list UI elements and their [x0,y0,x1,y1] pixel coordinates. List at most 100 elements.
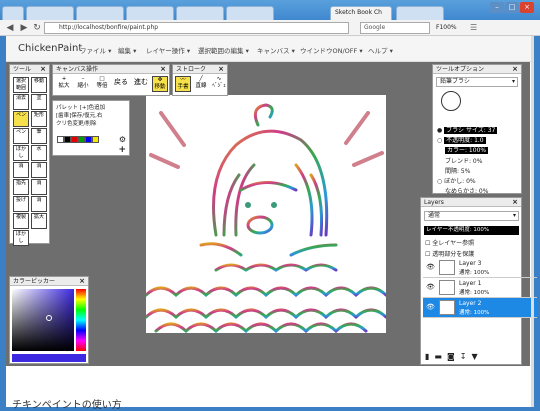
close-icon[interactable]: × [218,65,224,74]
lock-alpha-checkbox[interactable]: ☐ 透明部分を保護 [425,249,474,258]
tool-button[interactable]: 筆 [31,128,47,144]
opacity-option[interactable]: ○ 不透明度: 1.0 [437,135,486,144]
maximize-icon[interactable]: □ [505,2,519,13]
tool-button[interactable]: 塗 [31,94,47,110]
drawing-canvas[interactable] [144,95,388,334]
tool-button[interactable]: 水 [31,145,47,161]
tool-button[interactable]: 投げ [13,196,29,212]
brush-select[interactable]: 鉛筆ブラシ ▾ [436,77,518,87]
new-layer-icon[interactable]: ▮ [425,352,434,361]
stroke-panel-header[interactable]: ストローク × [173,65,227,74]
browser-tab[interactable] [226,6,274,20]
zoom-in-button[interactable]: + 拡大 [56,76,72,92]
palette-swatch[interactable] [85,136,92,143]
eye-icon[interactable]: 👁 [426,263,435,271]
hue-slider[interactable] [76,289,86,351]
browser-tab[interactable] [76,6,124,20]
tool-button[interactable]: ぼかし [13,145,29,161]
tool-button[interactable]: 指先 [13,179,29,195]
layer-opacity-slider[interactable]: レイヤー不透明度: 100% [424,226,519,235]
palette-swatch[interactable] [78,136,85,143]
tool-button[interactable]: 消去 [13,94,29,110]
layer-row[interactable]: 👁 Layer 1 通常: 100% [423,278,537,298]
line-stroke-button[interactable]: ╱ 直線 [193,76,209,92]
color-picker-header[interactable]: カラーピッカー × [10,277,88,286]
menu-selection[interactable]: 選択範囲の編集 ▾ [198,45,249,55]
minimize-icon[interactable]: – [490,2,504,13]
tool-button[interactable]: 矩形 [31,111,47,127]
tool-button[interactable]: 複製 [13,213,29,229]
clip-checkbox[interactable]: ☐ 全レイヤー参照 [425,238,474,247]
close-window-icon[interactable]: × [520,2,534,13]
back-arrow-icon[interactable]: ◀ [4,22,16,34]
move-canvas-button[interactable]: ✥ 移動 [152,76,168,92]
redo-button[interactable]: 進む [133,79,149,95]
tool-options-header[interactable]: ツールオプション × [433,65,521,74]
eye-icon[interactable]: 👁 [426,283,435,291]
layer-row-selected[interactable]: 👁 Layer 2 通常: 100% [423,298,537,318]
palette-swatch[interactable] [57,136,64,143]
menu-file[interactable]: ファイル ▾ [80,45,111,55]
close-icon[interactable]: × [512,198,518,207]
zoom-out-button[interactable]: – 縮小 [75,76,91,92]
browser-tab[interactable] [396,6,444,20]
tool-button[interactable]: 消 [31,162,47,178]
zoom-reset-button[interactable]: □ 等倍 [94,76,110,92]
brush-size-option[interactable]: ● ブラシ サイズ: 37 [437,125,498,134]
gear-icon[interactable]: ⚙ [119,135,126,144]
close-icon[interactable]: × [160,65,166,74]
smoothing-option[interactable]: なめらかさ: 0% [445,186,488,195]
tool-button[interactable]: 消 [31,179,47,195]
browser-tab[interactable] [2,6,24,20]
menu-layer[interactable]: レイヤー操作 ▾ [146,45,190,55]
close-icon[interactable]: × [512,65,518,74]
freehand-stroke-button[interactable]: 〰手書 [175,76,191,92]
tool-button[interactable]: 移動 [31,77,47,93]
palette-swatch[interactable] [71,136,78,143]
menu-help[interactable]: ヘルプ ▾ [368,45,393,55]
reload-icon[interactable]: ↻ [31,22,43,34]
tool-button[interactable]: 消 [31,196,47,212]
menu-canvas[interactable]: キャンバス ▾ [257,45,295,55]
tool-button[interactable]: 拡大 [31,213,47,229]
new-folder-icon[interactable]: ▬ [434,352,447,361]
layers-header[interactable]: Layers × [421,198,521,207]
page-scrollbar[interactable] [531,36,534,407]
palette-swatch[interactable] [92,136,99,143]
add-color-icon[interactable]: + [118,145,126,155]
trash-icon[interactable]: ▼ [471,352,482,361]
tool-button[interactable]: ぼかし [13,230,29,246]
merge-down-icon[interactable]: ↧ [460,352,472,361]
palette-swatch[interactable] [64,136,71,143]
tools-panel-header[interactable]: ツール × [10,65,49,74]
close-icon[interactable]: × [79,277,85,286]
search-input[interactable]: Google [360,22,430,34]
tool-button[interactable]: ペン [13,111,29,127]
url-input[interactable]: http://localhost/bonfire/paint.php [44,22,349,34]
browser-tab[interactable] [26,6,74,20]
layer-row[interactable]: 👁 Layer 3 通常: 100% [423,258,537,278]
menu-window[interactable]: ウインドウON/OFF ▾ [300,45,363,55]
color-cursor[interactable] [46,315,52,321]
browser-tab[interactable] [176,6,224,20]
canvas-ops-header[interactable]: キャンバス操作 × [53,65,169,74]
spacing-option[interactable]: 間隔: 5% [445,166,470,175]
browser-menu-icon[interactable]: ☰ [470,23,477,32]
eye-icon[interactable]: 👁 [426,303,435,311]
forward-arrow-icon[interactable]: ▶ [18,22,30,34]
tool-button[interactable]: ペン [13,128,29,144]
menu-edit[interactable]: 編集 ▾ [118,45,136,55]
saturation-value-square[interactable] [12,289,74,351]
undo-button[interactable]: 戻る [113,79,129,95]
bezier-stroke-button[interactable]: ∿ ﾍﾞｼﾞｪ [211,76,227,92]
scatter-option[interactable]: ○ ぼかし: 0% [437,176,476,185]
close-icon[interactable]: × [40,65,46,74]
mask-icon[interactable]: ◙ [447,352,460,361]
browser-tab[interactable] [126,6,174,20]
browser-tab-active[interactable]: Sketch Book Ch [330,6,392,20]
blend-option[interactable]: ブレンド: 0% [445,156,482,165]
tool-button[interactable]: 消 [13,162,29,178]
color-mix-option[interactable]: カラー: 100% [445,145,489,154]
tool-button[interactable]: 選択範囲 [13,77,29,93]
blend-mode-select[interactable]: 通常 ▾ [424,211,519,221]
